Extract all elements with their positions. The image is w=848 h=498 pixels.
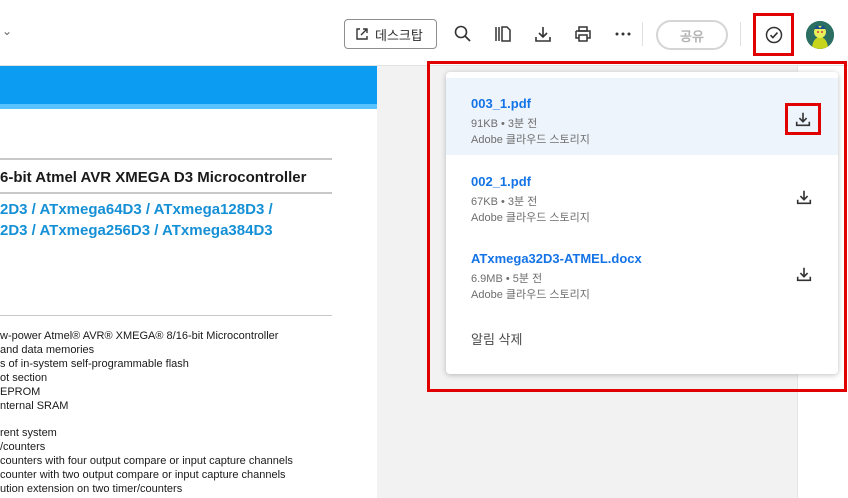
doc-header-banner xyxy=(0,66,377,104)
doc-header-stripe xyxy=(0,104,377,109)
feature-line: w-power Atmel® AVR® XMEGA® 8/16-bit Micr… xyxy=(0,330,279,342)
doc-subtitle-2: 2D3 / ATxmega256D3 / ATxmega384D3 xyxy=(0,222,273,239)
avatar-image xyxy=(806,21,834,49)
file-meta: 67KB • 3분 전 xyxy=(471,196,538,208)
file-location: Adobe 클라우드 스토리지 xyxy=(471,134,590,146)
feature-line: /counters xyxy=(0,441,46,454)
download-icon xyxy=(535,27,551,42)
file-name[interactable]: 003_1.pdf xyxy=(471,96,531,111)
page-thumbnails-button[interactable] xyxy=(491,22,515,46)
open-in-desktop-button[interactable]: 데스크탑 xyxy=(344,19,437,49)
file-location: Adobe 클라우드 스토리지 xyxy=(471,289,590,301)
toolbar-divider xyxy=(642,22,643,46)
pdf-page: 6-bit Atmel AVR XMEGA D3 Microcontroller… xyxy=(0,66,377,498)
feature-line: ution extension on two timer/counters xyxy=(0,482,183,495)
feature-line: EPROM xyxy=(0,385,41,398)
pages-icon xyxy=(495,26,511,42)
feature-line: s of in-system self-programmable flash xyxy=(0,357,189,370)
feature-line: counters with four output compare or inp… xyxy=(0,455,293,468)
file-name[interactable]: ATxmega32D3-ATMEL.docx xyxy=(471,251,642,266)
top-toolbar: ⌄ 데스크탑 공유 xyxy=(0,0,848,66)
download-button[interactable] xyxy=(531,22,555,46)
feature-line: and data memories xyxy=(0,343,95,356)
notification-item[interactable]: ATxmega32D3-ATMEL.docx 6.9MB • 5분 전 Adob… xyxy=(446,233,838,310)
external-link-icon xyxy=(356,28,368,40)
file-meta: 91KB • 3분 전 xyxy=(471,118,538,130)
notification-item[interactable]: 003_1.pdf 91KB • 3분 전 Adobe 클라우드 스토리지 xyxy=(446,78,838,155)
download-icon xyxy=(796,190,812,205)
doc-title: 6-bit Atmel AVR XMEGA D3 Microcontroller xyxy=(0,169,307,186)
file-name[interactable]: 002_1.pdf xyxy=(471,174,531,189)
print-icon xyxy=(575,26,591,42)
file-location: Adobe 클라우드 스토리지 xyxy=(471,212,590,224)
more-icon xyxy=(615,32,631,36)
doc-divider xyxy=(0,315,332,316)
search-icon xyxy=(454,25,471,42)
download-file-button[interactable] xyxy=(785,103,821,135)
notification-item[interactable]: 002_1.pdf 67KB • 3분 전 Adobe 클라우드 스토리지 xyxy=(446,156,838,233)
open-in-desktop-label: 데스크탑 xyxy=(375,27,423,43)
notifications-status-button[interactable] xyxy=(753,13,794,56)
share-button[interactable]: 공유 xyxy=(656,20,728,50)
download-file-button[interactable] xyxy=(791,184,817,210)
download-file-button[interactable] xyxy=(791,261,817,287)
doc-divider xyxy=(0,192,332,194)
chevron-down-icon[interactable]: ⌄ xyxy=(2,24,12,38)
user-avatar[interactable] xyxy=(806,21,834,49)
check-circle-icon xyxy=(765,26,782,43)
search-button[interactable] xyxy=(451,22,475,46)
download-icon xyxy=(795,112,811,127)
feature-line: rent system xyxy=(0,427,57,440)
clear-notifications-button[interactable]: 알림 삭제 xyxy=(471,329,522,348)
print-button[interactable] xyxy=(571,22,595,46)
feature-line: nternal SRAM xyxy=(0,399,69,412)
more-options-button[interactable] xyxy=(611,22,635,46)
toolbar-divider xyxy=(740,22,741,46)
file-meta: 6.9MB • 5분 전 xyxy=(471,273,543,285)
feature-line: ot section xyxy=(0,371,48,384)
feature-line: counter with two output compare or input… xyxy=(0,469,286,481)
notifications-panel: 003_1.pdf 91KB • 3분 전 Adobe 클라우드 스토리지 00… xyxy=(446,72,838,374)
download-icon xyxy=(796,267,812,282)
doc-subtitle-1: 2D3 / ATxmega64D3 / ATxmega128D3 / xyxy=(0,201,273,218)
doc-divider xyxy=(0,158,332,160)
